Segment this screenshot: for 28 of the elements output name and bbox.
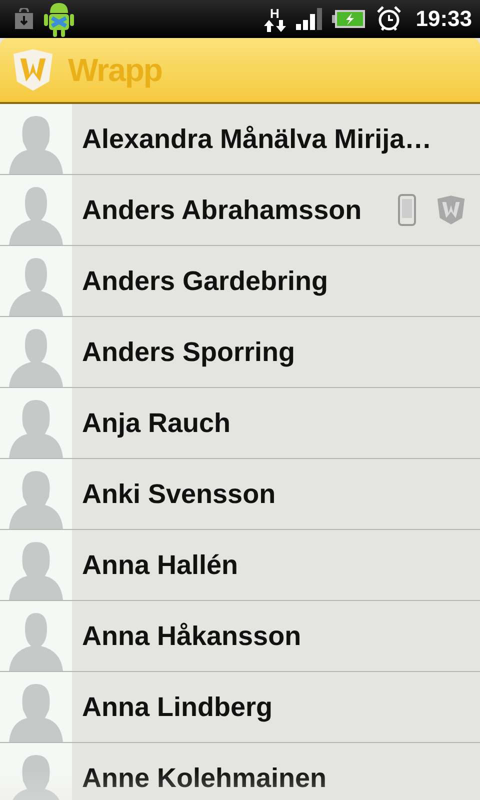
contact-name: Anders Abrahamsson [82, 194, 362, 226]
data-arrows-icon [264, 20, 286, 32]
battery-charging-icon [332, 9, 366, 29]
contact-name: Anne Kolehmainen [82, 762, 327, 794]
contact-name: Anna Hallén [82, 550, 238, 580]
contact-name: Anna Lindberg [82, 692, 272, 722]
contact-row[interactable]: Anders Gardebring [0, 246, 480, 317]
contact-name: Anja Rauch [82, 408, 231, 438]
contact-name: Anna Håkansson [82, 620, 302, 652]
signal-icon [296, 8, 322, 30]
contact-name: Anki Svensson [82, 478, 276, 510]
contact-row[interactable]: Anja Rauch [0, 388, 480, 459]
contact-row[interactable]: Anders Sporring [0, 317, 480, 388]
contact-name: Anders Sporring [82, 336, 296, 368]
contact-name: Anders Gardebring [82, 266, 328, 296]
contact-row[interactable]: Anki Svensson [0, 459, 480, 530]
app-title: Wrapp [68, 52, 162, 88]
contact-row[interactable]: Anna Hallén [0, 530, 480, 601]
contact-name: Alexandra Månälva Mirija… [82, 124, 432, 154]
android-icon [44, 1, 74, 37]
network-type: H [270, 6, 280, 20]
contact-row[interactable]: Alexandra Månälva Mirija… [0, 104, 480, 175]
download-icon [14, 8, 34, 30]
clock-time: 19:33 [416, 6, 472, 32]
contact-row[interactable]: Anna Håkansson [0, 601, 480, 672]
alarm-clock-icon [376, 6, 402, 32]
contact-row[interactable]: Anders Abrahamsson [0, 175, 480, 246]
contact-row[interactable]: Anna Lindberg [0, 672, 480, 743]
